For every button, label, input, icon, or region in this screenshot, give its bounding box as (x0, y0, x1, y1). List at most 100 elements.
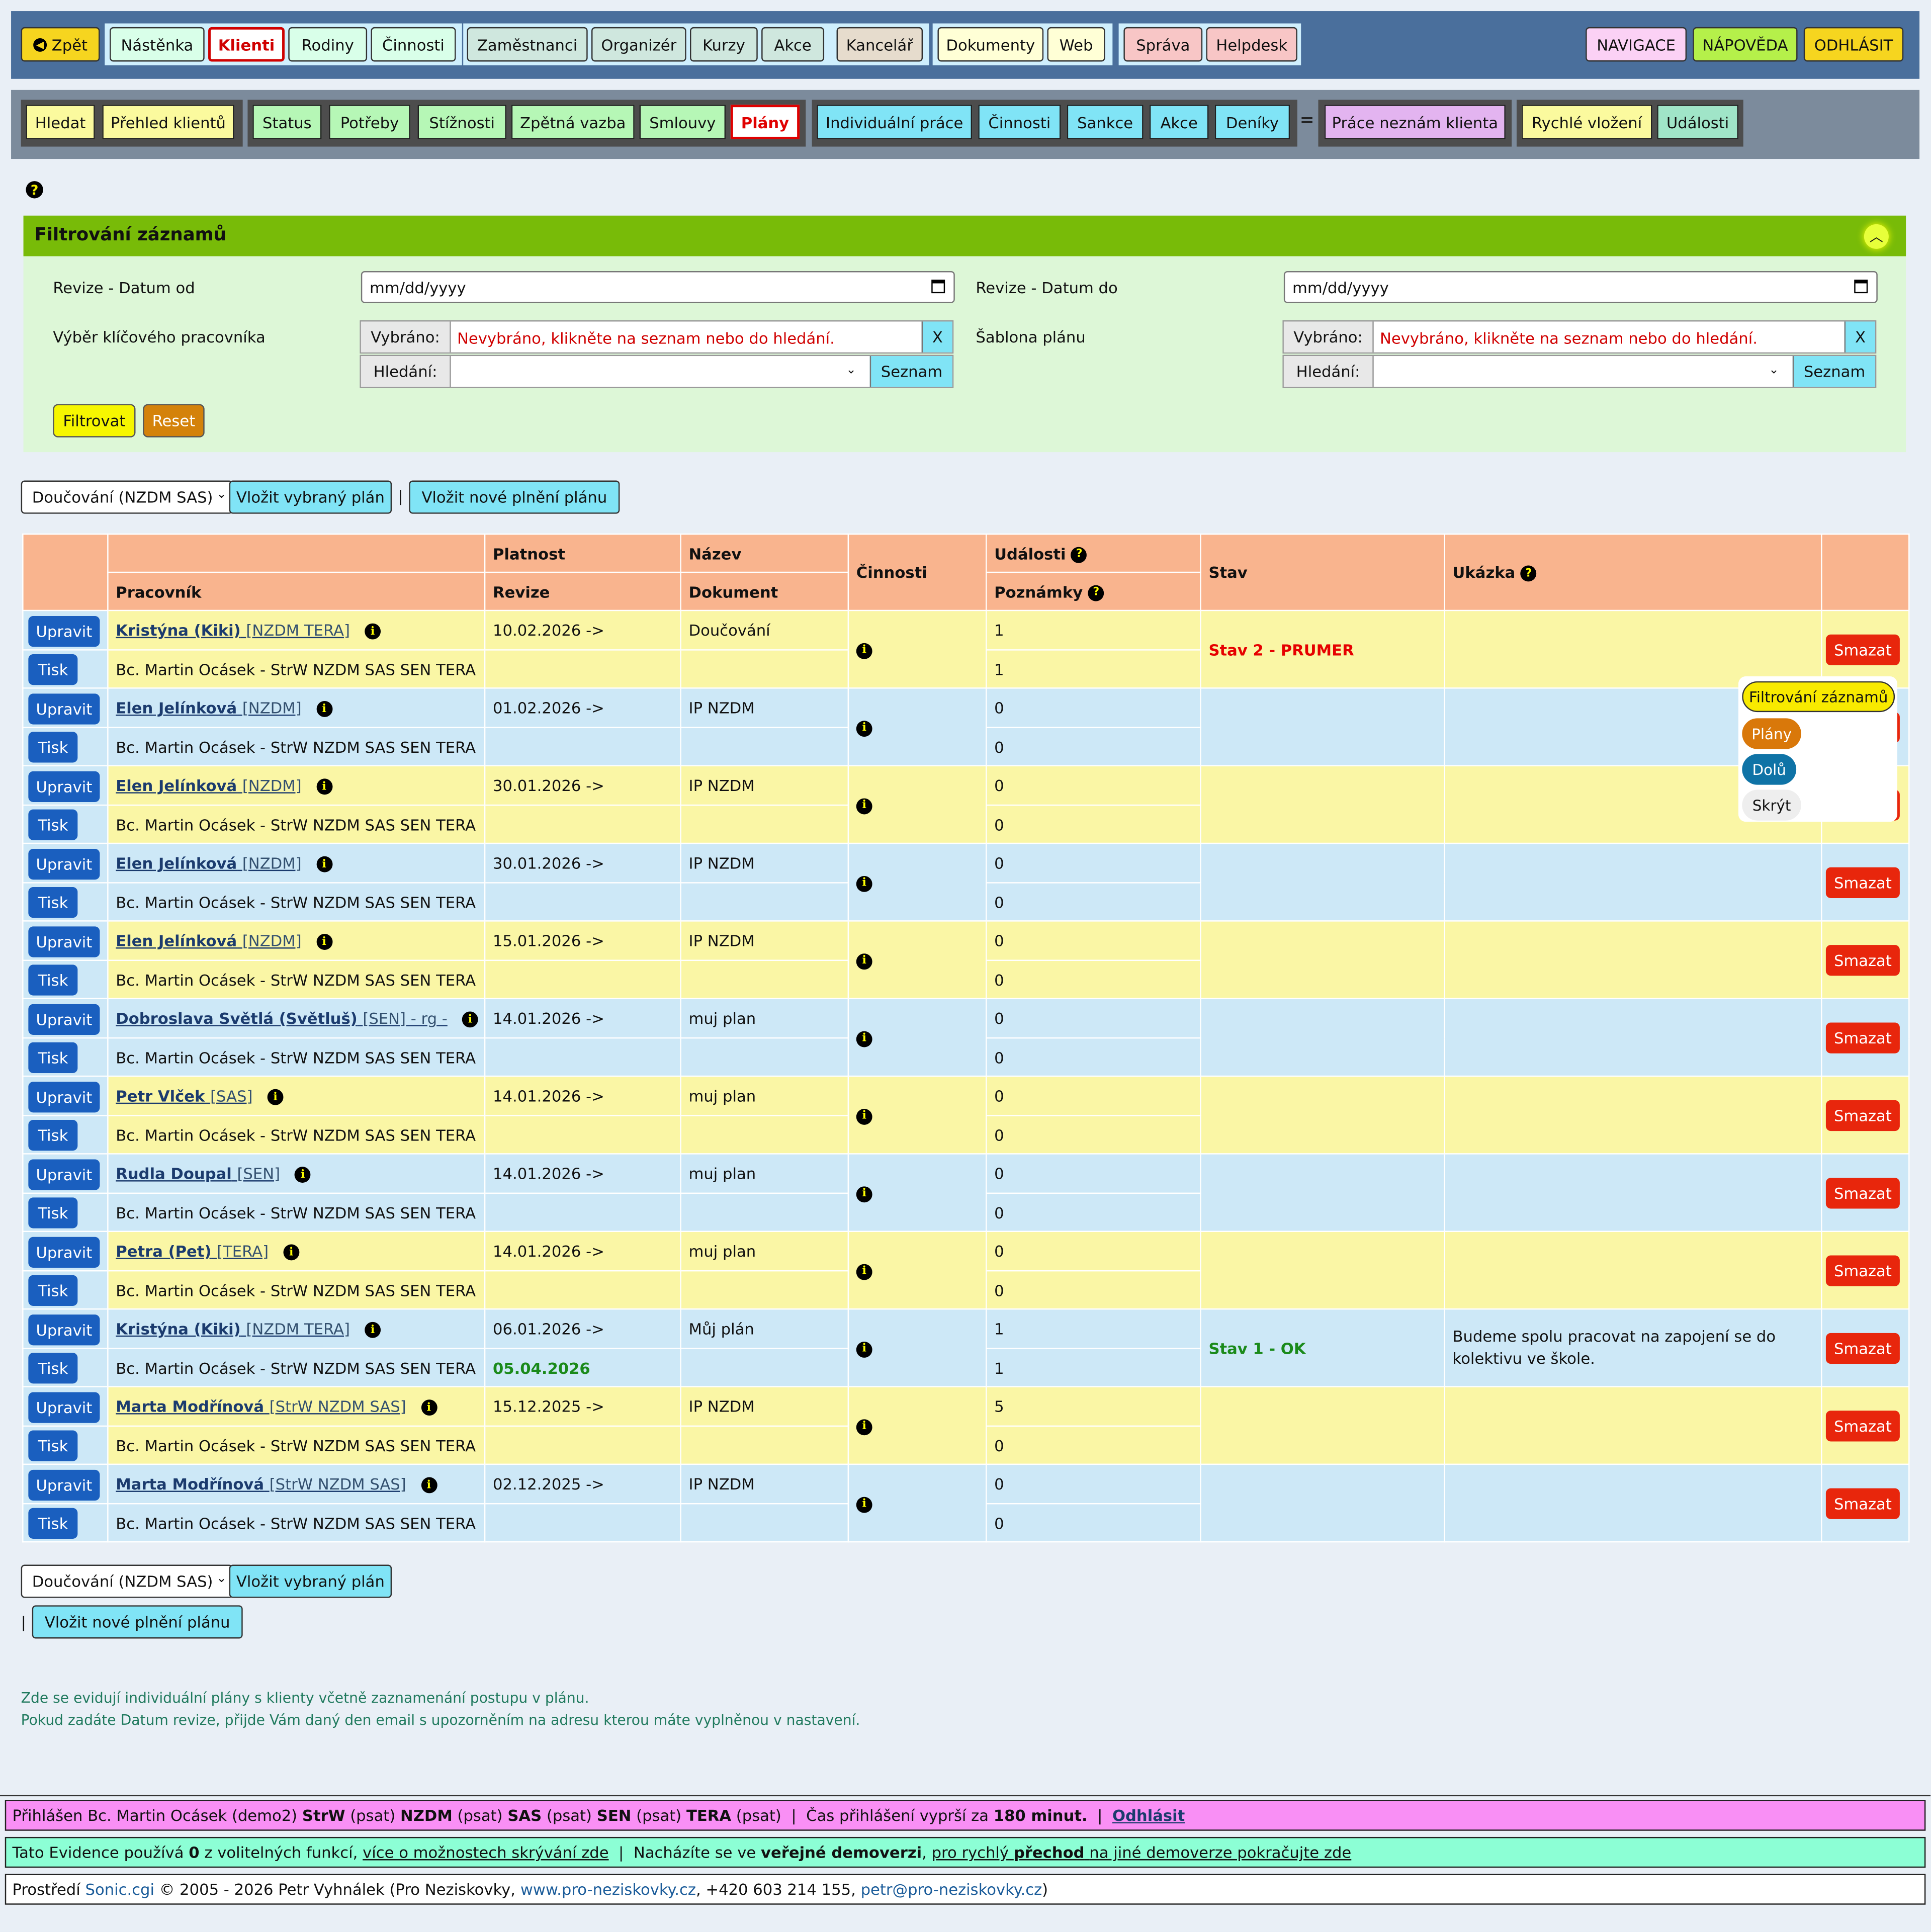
chevron-down-icon[interactable]: ⌄ (846, 364, 856, 377)
template-clear-button[interactable]: X (1844, 321, 1875, 353)
client-link[interactable]: Dobroslava Světlá (Světluš) [SEN] - rg - (116, 1009, 448, 1028)
delete-button[interactable]: Smazat (1825, 866, 1900, 898)
calendar-icon[interactable] (1854, 280, 1868, 294)
print-button[interactable]: Tisk (28, 1430, 78, 1461)
edit-button[interactable]: Upravit (28, 1004, 100, 1035)
subnav-rychle-vlozeni[interactable]: Rychlé vložení (1521, 105, 1652, 139)
print-button[interactable]: Tisk (28, 809, 78, 840)
subnav-stiznosti[interactable]: Stížnosti (417, 105, 506, 139)
date-from-input[interactable]: mm/dd/yyyy (361, 271, 955, 303)
edit-button[interactable]: Upravit (28, 1082, 100, 1113)
template-list-button[interactable]: Seznam (1792, 356, 1875, 387)
subnav-sankce[interactable]: Sankce (1067, 105, 1144, 139)
edit-button[interactable]: Upravit (28, 1237, 100, 1268)
nav-nastenka[interactable]: Nástěnka (110, 27, 205, 62)
help-icon[interactable]: ? (1520, 565, 1537, 582)
edit-button[interactable]: Upravit (28, 1314, 100, 1346)
delete-button[interactable]: Smazat (1825, 1487, 1900, 1519)
nav-kurzy[interactable]: Kurzy (690, 27, 758, 62)
nav-zamestnanci[interactable]: Zaměstnanci (467, 27, 588, 62)
print-button[interactable]: Tisk (28, 1197, 78, 1228)
subnav-akce[interactable]: Akce (1149, 105, 1209, 139)
info-icon[interactable]: i (420, 1399, 437, 1416)
print-button[interactable]: Tisk (28, 1352, 78, 1383)
website-link[interactable]: www.pro-neziskovky.cz (520, 1880, 696, 1899)
filter-panel-header[interactable]: Filtrování záznamů ︿ (23, 215, 1906, 256)
worker-clear-button[interactable]: X (921, 321, 952, 353)
print-button[interactable]: Tisk (28, 964, 78, 995)
date-to-input[interactable]: mm/dd/yyyy (1283, 271, 1878, 303)
napoveda-button[interactable]: NÁPOVĚDA (1693, 27, 1798, 62)
plan-template-select-bottom[interactable]: Doučování (NZDM SAS) ⌄ (21, 1564, 233, 1598)
nav-akce[interactable]: Akce (761, 27, 825, 62)
subnav-individualni-prace[interactable]: Individuální práce (817, 105, 973, 139)
info-icon[interactable]: i (365, 1322, 381, 1338)
info-icon[interactable]: i (856, 720, 872, 736)
info-icon[interactable]: i (316, 934, 332, 950)
subnav-smlouvy[interactable]: Smlouvy (639, 105, 726, 139)
back-button[interactable]: ◀ Zpět (21, 27, 100, 62)
insert-new-plan-button-bottom[interactable]: Vložit nové plnění plánu (32, 1605, 243, 1639)
client-link[interactable]: Kristýna (Kiki) [NZDM TERA] (116, 1320, 350, 1338)
subnav-potreby[interactable]: Potřeby (329, 105, 410, 139)
delete-button[interactable]: Smazat (1825, 634, 1900, 665)
info-icon[interactable]: i (316, 701, 332, 717)
worker-search-input[interactable] (450, 356, 871, 387)
info-icon[interactable]: i (856, 1341, 872, 1357)
subnav-udalosti[interactable]: Události (1657, 105, 1738, 139)
email-link[interactable]: petr@pro-neziskovky.cz (861, 1880, 1042, 1899)
subnav-plany[interactable]: Plány (730, 105, 800, 139)
chevron-up-icon[interactable]: ︿ (1864, 224, 1889, 249)
client-link[interactable]: Petr Vlček [SAS] (116, 1087, 252, 1105)
float-filter-button[interactable]: Filtrování záznamů (1742, 681, 1895, 713)
delete-button[interactable]: Smazat (1825, 1099, 1900, 1130)
client-link[interactable]: Rudla Doupal [SEN] (116, 1164, 280, 1183)
print-button[interactable]: Tisk (28, 886, 78, 918)
nav-organizer[interactable]: Organizér (591, 27, 686, 62)
delete-button[interactable]: Smazat (1825, 1022, 1900, 1053)
print-button[interactable]: Tisk (28, 731, 78, 762)
info-icon[interactable]: i (365, 623, 381, 640)
info-icon[interactable]: i (856, 798, 872, 814)
nav-rodiny[interactable]: Rodiny (288, 27, 368, 62)
info-icon[interactable]: i (295, 1167, 311, 1183)
client-link[interactable]: Elen Jelínková [NZDM] (116, 931, 301, 950)
nav-kancelar[interactable]: Kancelář (836, 27, 923, 62)
insert-new-plan-button[interactable]: Vložit nové plnění plánu (409, 480, 620, 514)
delete-button[interactable]: Smazat (1825, 1177, 1900, 1208)
info-icon[interactable]: i (856, 1419, 872, 1435)
delete-button[interactable]: Smazat (1825, 1332, 1900, 1363)
help-icon[interactable]: ? (26, 181, 43, 199)
info-icon[interactable]: i (420, 1477, 437, 1494)
insert-selected-plan-button[interactable]: Vložit vybraný plán (229, 480, 392, 514)
footer-logout-link[interactable]: Odhlásit (1112, 1806, 1185, 1825)
help-icon[interactable]: ? (1071, 546, 1088, 563)
nav-sprava[interactable]: Správa (1123, 27, 1203, 62)
info-icon[interactable]: i (856, 1496, 872, 1513)
info-icon[interactable]: i (283, 1244, 300, 1261)
odhlasit-button[interactable]: ODHLÁSIT (1803, 27, 1904, 62)
client-link[interactable]: Elen Jelínková [NZDM] (116, 698, 301, 717)
delete-button[interactable]: Smazat (1825, 944, 1900, 976)
info-icon[interactable]: i (856, 1263, 872, 1280)
print-button[interactable]: Tisk (28, 1274, 78, 1305)
info-icon[interactable]: i (856, 875, 872, 892)
demo-switch-link[interactable]: pro rychlý přechod na jiné demoverze pok… (932, 1843, 1352, 1862)
subnav-prehled-klientu[interactable]: Přehled klientů (102, 105, 234, 139)
nav-helpdesk[interactable]: Helpdesk (1206, 27, 1297, 62)
info-icon[interactable]: i (316, 856, 332, 872)
subnav-hledat[interactable]: Hledat (26, 105, 95, 139)
client-link[interactable]: Elen Jelínková [NZDM] (116, 776, 301, 795)
edit-button[interactable]: Upravit (28, 1469, 100, 1501)
template-search-input[interactable] (1372, 356, 1794, 387)
print-button[interactable]: Tisk (28, 1507, 78, 1538)
float-plany-button[interactable]: Plány (1742, 718, 1801, 749)
print-button[interactable]: Tisk (28, 653, 78, 684)
print-button[interactable]: Tisk (28, 1041, 78, 1073)
subnav-prace-neznam-klienta[interactable]: Práce neznám klienta (1324, 105, 1506, 139)
nav-dokumenty[interactable]: Dokumenty (937, 27, 1044, 62)
float-down-button[interactable]: Dolů (1742, 754, 1797, 785)
info-icon[interactable]: i (462, 1011, 478, 1028)
calendar-icon[interactable] (931, 280, 945, 294)
client-link[interactable]: Elen Jelínková [NZDM] (116, 854, 301, 872)
